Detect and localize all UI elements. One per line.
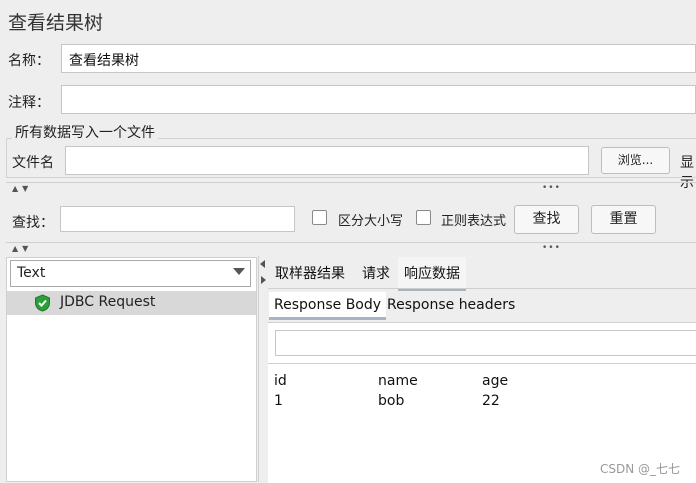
regex-checkbox[interactable] [416, 210, 431, 225]
find-button[interactable]: 查找 [514, 205, 579, 234]
tree-item[interactable]: JDBC Request [7, 291, 256, 315]
subtab-response-body[interactable]: Response Body [269, 292, 387, 320]
reset-button[interactable]: 重置 [591, 205, 656, 234]
subtab-response-headers[interactable]: Response headers [387, 297, 515, 313]
tab-request[interactable]: 请求 [362, 263, 390, 283]
table-header-id: id [274, 373, 287, 389]
tab-sampler-result[interactable]: 取样器结果 [275, 263, 345, 283]
regex-label: 正则表达式 [441, 214, 507, 229]
page-title: 查看结果树 [8, 12, 104, 34]
name-label: 名称： [8, 53, 50, 69]
table-cell-age: 22 [482, 393, 500, 409]
splitter-grip-icon[interactable]: ••• [542, 183, 561, 193]
filename-label: 文件名 [12, 155, 54, 171]
case-sensitive-label: 区分大小写 [338, 214, 404, 229]
collapse-arrows-icon[interactable]: ▲▼ [12, 243, 32, 255]
search-label: 查找： [12, 215, 54, 231]
response-search-input[interactable] [275, 330, 696, 356]
comment-label: 注释： [8, 95, 50, 111]
name-input[interactable]: 查看结果树 [61, 44, 696, 73]
chevron-down-icon[interactable] [233, 268, 245, 275]
tab-response-data[interactable]: 响应数据 [398, 257, 466, 291]
vertical-splitter[interactable] [258, 256, 268, 482]
renderer-select[interactable]: Text [10, 260, 251, 287]
response-separator [268, 363, 696, 364]
watermark: CSDN @_七七 [600, 462, 681, 476]
collapse-right-icon[interactable] [261, 276, 266, 284]
browse-button[interactable]: 浏览... [601, 147, 670, 174]
splitter-grip-icon[interactable]: ••• [542, 243, 561, 253]
search-input[interactable] [60, 206, 295, 232]
filename-input[interactable] [65, 146, 589, 175]
collapse-arrows-icon[interactable]: ▲▼ [12, 183, 32, 195]
name-input-value: 查看结果树 [69, 53, 139, 69]
table-cell-name: bob [378, 393, 405, 409]
case-sensitive-checkbox[interactable] [312, 210, 327, 225]
collapse-left-icon[interactable] [260, 260, 265, 268]
splitter-2[interactable]: ▲▼ ••• [0, 243, 696, 255]
splitter-1[interactable]: ▲▼ ••• [0, 183, 696, 195]
tree-item-label: JDBC Request [60, 294, 156, 310]
table-header-age: age [482, 373, 509, 389]
success-shield-icon [35, 294, 50, 312]
file-group-title: 所有数据写入一个文件 [12, 122, 158, 142]
comment-input[interactable] [61, 85, 696, 114]
renderer-select-value: Text [17, 265, 46, 281]
tabs-separator [268, 288, 696, 289]
table-header-name: name [378, 373, 418, 389]
table-cell-id: 1 [274, 393, 283, 409]
